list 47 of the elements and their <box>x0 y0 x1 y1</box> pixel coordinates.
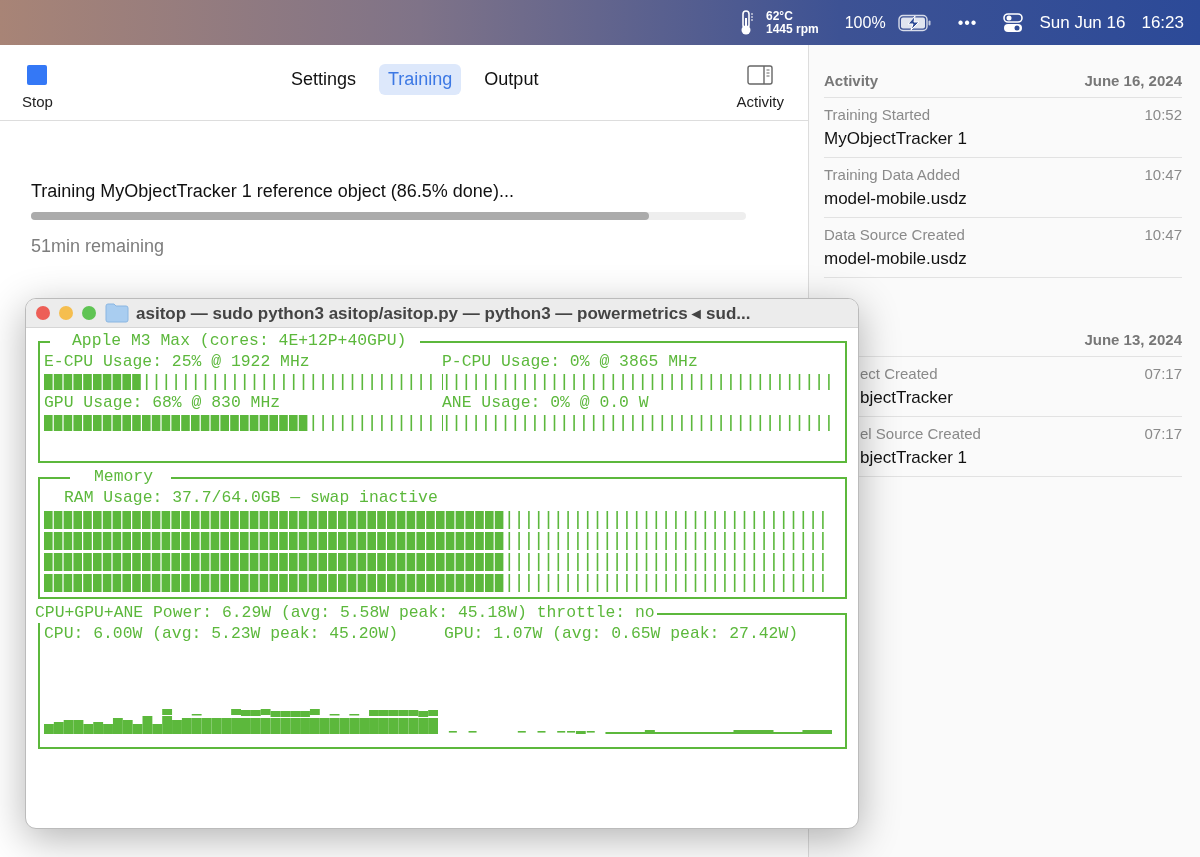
event-time: 10:47 <box>1144 226 1182 243</box>
event-time: 10:47 <box>1144 166 1182 183</box>
menu-clock[interactable]: 16:23 <box>1141 12 1184 33</box>
menu-date[interactable]: Sun Jun 16 <box>1039 12 1126 33</box>
event-time: 07:17 <box>1144 365 1182 382</box>
event-subject: model-mobile.usdz <box>824 189 968 209</box>
folder-icon <box>105 303 129 323</box>
group-date: June 16, 2024 <box>1084 71 1182 89</box>
usage-label: P-CPU Usage: 0% @ 3865 MHz <box>442 351 699 372</box>
temperature-reading: 62°C <box>766 9 794 23</box>
stop-icon <box>27 65 48 85</box>
tab[interactable]: Settings <box>281 64 365 95</box>
usage-label: GPU Usage: 68% @ 830 MHz <box>44 392 282 413</box>
ram-usage-label: RAM Usage: 37.7/64.0GB — swap inactive <box>63 487 438 508</box>
cpu-power-label: CPU: 6.00W (avg: 5.23W peak: 45.20W) <box>44 623 400 644</box>
thermometer-icon[interactable] <box>740 9 754 36</box>
event-subject: model-mobile.usdz <box>824 249 968 269</box>
event-title: Training Started <box>824 106 931 123</box>
event-title: el Source Created <box>860 425 981 442</box>
event-subject: bjectTracker <box>860 388 954 408</box>
sidebar-icon <box>747 65 774 85</box>
event-subject: MyObjectTracker 1 <box>824 129 968 149</box>
event-title: Training Data Added <box>824 166 961 183</box>
stop-button[interactable]: Stop <box>22 65 53 110</box>
window-title: asitop — sudo python3 asitop/asitop.py — python3 — powermetrics ◂ sud... <box>136 302 751 324</box>
usage-label: ANE Usage: 0% @ 0.0 W <box>442 392 650 413</box>
training-status: Training MyObjectTracker 1 reference object (86.5% done)... <box>31 181 515 202</box>
sidebar-title: Activity <box>824 71 879 89</box>
event-time: 10:52 <box>1144 106 1182 123</box>
control-center-icon[interactable] <box>1003 12 1024 33</box>
event-time: 07:17 <box>1144 425 1182 442</box>
fan-speed-reading: 1445 rpm <box>766 22 819 36</box>
group-date: June 13, 2024 <box>1084 330 1182 348</box>
panel-title: Memory <box>70 467 172 487</box>
event-subject: bjectTracker 1 <box>860 448 969 468</box>
activity-button[interactable]: Activity <box>736 65 784 110</box>
battery-percentage: 100% <box>844 13 886 32</box>
panel-title: Apple M3 Max (cores: 4E+12P+40GPU) <box>50 331 421 351</box>
usage-label: E-CPU Usage: 25% @ 1922 MHz <box>44 351 311 372</box>
event-title: ect Created <box>860 365 938 382</box>
tab[interactable]: Output <box>475 64 548 95</box>
more-menu[interactable]: ••• <box>957 13 978 32</box>
gpu-power-label: GPU: 1.07W (avg: 0.65W peak: 27.42W) <box>444 623 799 644</box>
time-remaining: 51min remaining <box>31 236 166 257</box>
close-button[interactable] <box>36 306 50 320</box>
battery-charging-icon[interactable] <box>897 13 932 32</box>
event-title: Data Source Created <box>824 226 965 243</box>
